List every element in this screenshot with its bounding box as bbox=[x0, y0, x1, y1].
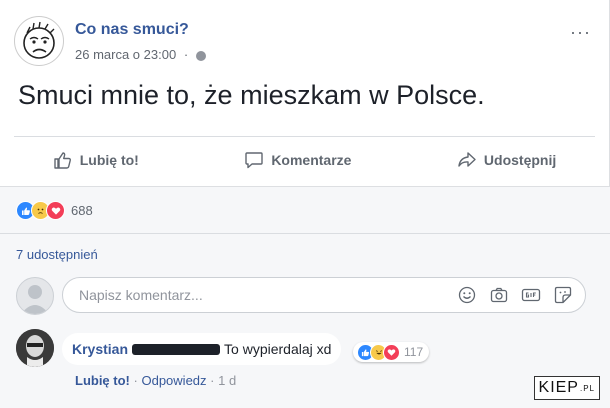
watermark-text: KIEP bbox=[538, 379, 579, 396]
comment-composer[interactable] bbox=[62, 277, 586, 313]
share-label: Udostępnij bbox=[483, 152, 557, 168]
more-options-button[interactable]: ··· bbox=[570, 22, 591, 43]
divider bbox=[0, 233, 610, 234]
gif-icon[interactable] bbox=[521, 285, 541, 305]
comment-time[interactable]: 1 d bbox=[218, 373, 236, 388]
commenter-photo bbox=[16, 329, 54, 367]
post-date[interactable]: 26 marca o 23:00 bbox=[75, 47, 176, 62]
comment-reaction-count: 117 bbox=[404, 345, 424, 359]
comment-like-link[interactable]: Lubię to! bbox=[75, 373, 130, 388]
shares-link[interactable]: 7 udostępnień bbox=[16, 247, 98, 262]
comment-button[interactable]: Komentarze bbox=[244, 150, 351, 170]
comment-separator: · bbox=[210, 373, 215, 388]
share-button[interactable]: Udostępnij bbox=[457, 150, 556, 170]
divider bbox=[14, 136, 595, 137]
like-label: Lubię to! bbox=[79, 152, 139, 168]
post-card: Co nas smuci? 26 marca o 23:00 · ··· Smu… bbox=[0, 0, 610, 408]
comment-actions: Lubię to! · Odpowiedz · 1 d bbox=[75, 373, 236, 388]
user-avatar bbox=[16, 277, 54, 315]
post-actions: Lubię to! Komentarze Udostępnij bbox=[0, 140, 609, 180]
reaction-summary[interactable]: 688 bbox=[16, 201, 93, 220]
sticker-icon[interactable] bbox=[553, 285, 573, 305]
comment-text: To wypierdalaj xd bbox=[224, 341, 332, 357]
post-text: Smuci mnie to, że mieszkam w Polsce. bbox=[18, 80, 485, 110]
love-icon bbox=[383, 343, 400, 361]
comment-icon bbox=[245, 152, 264, 169]
default-user-icon bbox=[21, 285, 49, 314]
watermark-logo: KIEP .PL bbox=[533, 376, 600, 400]
thumbs-up-icon bbox=[54, 152, 71, 169]
share-icon bbox=[458, 152, 476, 167]
comment-reply-link[interactable]: Odpowiedz bbox=[141, 373, 206, 388]
sad-face-avatar-icon bbox=[23, 21, 55, 59]
page-avatar[interactable] bbox=[14, 16, 64, 66]
feedback-section: 688 7 udostępnień Napisz komentarz... Kr… bbox=[0, 186, 610, 408]
comment-label: Komentarze bbox=[271, 152, 352, 168]
camera-icon[interactable] bbox=[489, 285, 509, 305]
reaction-count: 688 bbox=[71, 203, 93, 218]
globe-icon bbox=[195, 50, 206, 61]
redacted-name bbox=[132, 343, 221, 355]
page-name[interactable]: Co nas smuci? bbox=[75, 21, 189, 39]
comment-reactions[interactable]: 117 bbox=[353, 342, 430, 362]
commenter-avatar[interactable] bbox=[16, 329, 54, 367]
like-button[interactable]: Lubię to! bbox=[53, 150, 139, 170]
meta-separator: · bbox=[183, 47, 189, 62]
comment-input[interactable] bbox=[77, 286, 441, 304]
comment-bubble: Krystian To wypierdalaj xd bbox=[62, 333, 342, 365]
composer-icons bbox=[457, 285, 573, 305]
emoji-icon[interactable] bbox=[457, 285, 477, 305]
watermark-suffix: .PL bbox=[579, 383, 595, 393]
comment-separator: · bbox=[133, 373, 138, 388]
love-icon bbox=[46, 201, 65, 220]
post-meta: 26 marca o 23:00 · bbox=[75, 47, 206, 62]
comment-author[interactable]: Krystian bbox=[72, 341, 128, 357]
